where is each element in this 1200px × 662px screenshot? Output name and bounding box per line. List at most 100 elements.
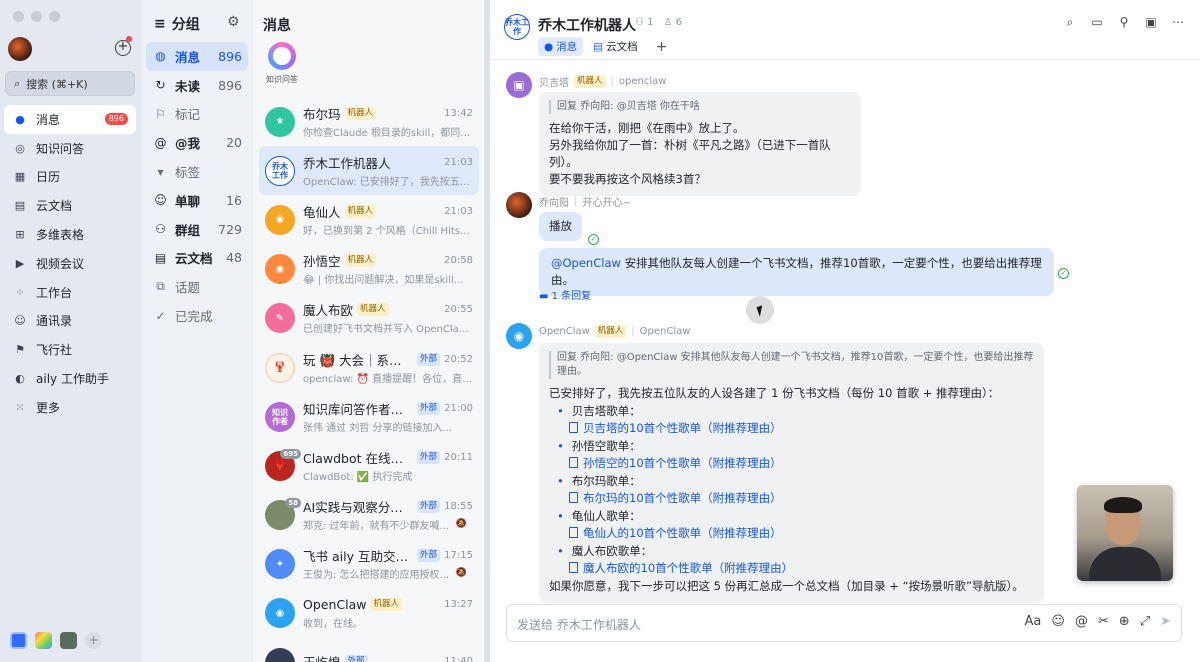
sidebar-item[interactable]: ◐ aily 工作助手 [4,364,136,393]
photo-app-icon[interactable] [60,632,77,649]
chat-list-item[interactable]: ★ 布尔玛 机器人 13:42 你检查Claude 根目录的skill，都同步... [259,97,479,146]
playlist-doc-link[interactable]: 贝吉塔的10首个性歌单（附推荐理由） [569,420,1034,438]
playlist-doc-link[interactable]: 龟仙人的10首个性歌单（附推荐理由） [569,525,1034,543]
expand-icon[interactable]: ⤢ [1140,614,1150,629]
group-item[interactable]: @ @我 20 [146,128,248,157]
message-bubble[interactable]: 回复 乔向阳: @贝吉塔 你在干啥 在给你干活，刚把《在雨中》放上了。 另外我给… [539,92,861,196]
chat-title[interactable]: 乔木工作机器人 [538,15,636,35]
sidebar-item[interactable]: ⁘ 工作台 [4,278,136,307]
message-bubble[interactable]: 播放 [539,212,582,241]
chat-list-item[interactable]: 🦞 玩 👹 大会｜系列直... 外部20:52 openclaw: ⏰ 直播提醒！各位… [259,343,479,392]
playlist-doc-title: 贝吉塔的10首个性歌单（附推荐理由） [583,421,782,435]
sender-name[interactable]: 贝吉塔 [539,74,569,89]
add-tab-button[interactable]: + [648,39,676,55]
group-item[interactable]: ☺ 单聊 16 [146,186,248,215]
chat-list-item[interactable]: 知识作者 知识库问答作者内测 外部 21:00 张伟 通过 刘哲 分享的链接加入... [259,392,479,441]
playlist-doc-link[interactable]: 孙悟空的10首个性歌单（附推荐理由） [569,455,1034,473]
format-icon[interactable]: Aa [1024,614,1041,629]
chat-list-item[interactable]: 58 AI实践与观察分享群 外部 18:55 郑克: 过年前，就有不少群友喊... 🔕 [259,491,479,540]
chat-name: OpenClaw [303,597,367,613]
add-icon[interactable]: ⊕ [1119,614,1130,629]
external-tag: 外部 [417,500,441,514]
sidebar-item[interactable]: ◎ 知识问答 [4,134,136,163]
chat-list-item[interactable]: 王屹煌外部 11:40 [259,638,479,662]
gear-icon[interactable]: ⚙ [227,14,240,30]
sidebar-item[interactable]: ▤ 云文档 [4,191,136,220]
emoji-icon[interactable]: ☺ [1051,614,1065,629]
message-bubble[interactable]: @OpenClaw 安排其他队友每人创建一个飞书文档，推荐10首歌，一定要个性，… [539,248,1054,296]
archive-icon[interactable]: ▣ [1143,14,1159,30]
search-bar[interactable]: ⌕ 搜索 (⌘+K) [5,71,135,96]
group-item[interactable]: ⧉ 话题 [146,272,248,301]
group-item[interactable]: ▾ 标签 [146,157,248,186]
bot-count[interactable]: ♙ 6 [664,17,683,28]
chat-list-item[interactable]: ◉ 孙悟空 机器人 20:58 😂 | 你找出问题解决，如果是skill问... [259,245,479,294]
quoted-reply[interactable]: 回复 乔向阳: @OpenClaw 安排其他队友每人创建一个飞书文档，推荐10首… [549,351,1034,379]
chat-list-item[interactable]: 🦞695Clawdbot 在线体验... 外部20:11 ClawdBot: ✅ 执… [259,441,479,490]
group-item[interactable]: ↻ 未读 896 [146,71,248,100]
group-item[interactable]: ▤ 云文档 48 [146,244,248,273]
aily-icon: ◐ [15,372,25,386]
video-overlay[interactable] [1077,485,1173,581]
tab-docs[interactable]: ▤ 云文档 [587,37,643,56]
add-app-icon[interactable]: + [85,632,102,649]
doc-icon: ▤ [593,40,604,53]
sender-avatar[interactable]: ◉ [506,323,532,349]
sidebar-item-label: 工作台 [36,285,73,300]
chat-list-item[interactable]: ◉ 龟仙人 机器人 21:03 好，已换到第 2 个风格（Chill Hits）... [259,195,479,244]
sender-name[interactable]: 乔向阳 [539,194,569,209]
playlist-doc-link[interactable]: 魔人布欧的10首个性歌单（附推荐理由） [569,560,1034,578]
chat-row: 王屹煌外部 11:40 [303,653,473,662]
video-call-icon[interactable]: ▭ [1089,14,1105,30]
more-icon[interactable]: ⋯ [1170,14,1186,30]
maximize-window-button[interactable] [49,11,60,22]
scissors-icon[interactable]: ✂ [1098,614,1109,629]
playlist-doc-link[interactable]: 布尔玛的10首个性歌单（附推荐理由） [569,490,1034,508]
send-icon[interactable]: ➤ [1160,614,1171,629]
group-item[interactable]: ⚐ 标记 [146,100,248,129]
message-composer[interactable]: 发送给 乔木工作机器人 Aa ☺ @ ✂ ⊕ ⤢ ➤ [506,604,1182,642]
group-item[interactable]: ◍ 消息 896 [146,42,248,71]
sender-avatar[interactable] [506,192,532,218]
add-member-icon[interactable]: ⚲ [1116,14,1132,30]
user-avatar[interactable] [8,37,32,61]
rainbow-app-icon[interactable] [35,632,52,649]
sender-avatar[interactable]: ▣ [506,72,532,98]
sidebar-item[interactable]: ☺ 通讯录 [4,307,136,336]
sender-name[interactable]: OpenClaw [539,326,590,337]
video-person-hair [1104,497,1142,513]
thread-replies-link[interactable]: ▬ 1 条回复 [539,287,591,302]
minimize-window-button[interactable] [31,11,42,22]
sidebar-item[interactable]: ● 消息 896 [4,105,136,134]
app-switch-icon[interactable] [10,632,27,649]
at-icon[interactable]: @ [1075,614,1088,629]
chat-avatar [265,647,295,662]
group-item[interactable]: ⚇ 群组 729 [146,215,248,244]
mention-openclaw[interactable]: @OpenClaw [551,256,621,270]
sidebar-item[interactable]: ⊞ 多维表格 [4,220,136,249]
chat-list-item[interactable]: 乔木工作 乔木工作机器人 21:03 OpenClaw: 已安排好了，我先按五位... [259,146,479,196]
chat-avatar: ✎ [265,303,295,334]
message-bubble[interactable]: 回复 乔向阳: @OpenClaw 安排其他队友每人创建一个飞书文档，推荐10首… [539,343,1044,603]
chat-unread-badge: 58 [285,498,301,509]
chat-avatar[interactable]: 乔木工作 [504,14,530,40]
close-window-button[interactable] [13,11,24,22]
group-item[interactable]: ✓ 已完成 [146,301,248,330]
tab-messages[interactable]: ● 消息 [538,37,584,56]
chat-list-item[interactable]: ◉ OpenClaw 机器人 13:27 收到，在线。 [259,589,479,638]
group-count: 729 [218,221,242,237]
quoted-reply[interactable]: 回复 乔向阳: @贝吉塔 你在干啥 [549,100,851,114]
sidebar-item[interactable]: ▶ 视频会议 [4,249,136,278]
create-plus-icon[interactable]: + [115,40,131,56]
group-icon: ✓ [155,308,166,323]
sidebar-item[interactable]: ⁙ 更多 [4,393,136,422]
composer-input[interactable]: 发送给 乔木工作机器人 [517,616,641,633]
knowledge-qa-shortcut[interactable]: 知识问答 [264,42,300,85]
sidebar-item[interactable]: ⚑ 飞行社 [4,335,136,364]
chat-list-item[interactable]: ✦ 飞书 aily 互助交流二... 外部17:15 王俊为: 怎么把搭建的应用授权.… [259,540,479,589]
search-chat-icon[interactable]: ⌕ [1062,14,1078,30]
sidebar-item[interactable]: ▦ 日历 [4,163,136,192]
member-count[interactable]: ⚇ 1 [635,17,654,28]
collapse-icon[interactable]: ≡ [154,16,166,32]
chat-list-item[interactable]: ✎ 魔人布欧 机器人 20:55 已创建好飞书文档并写入 OpenClaw ... [259,294,479,343]
